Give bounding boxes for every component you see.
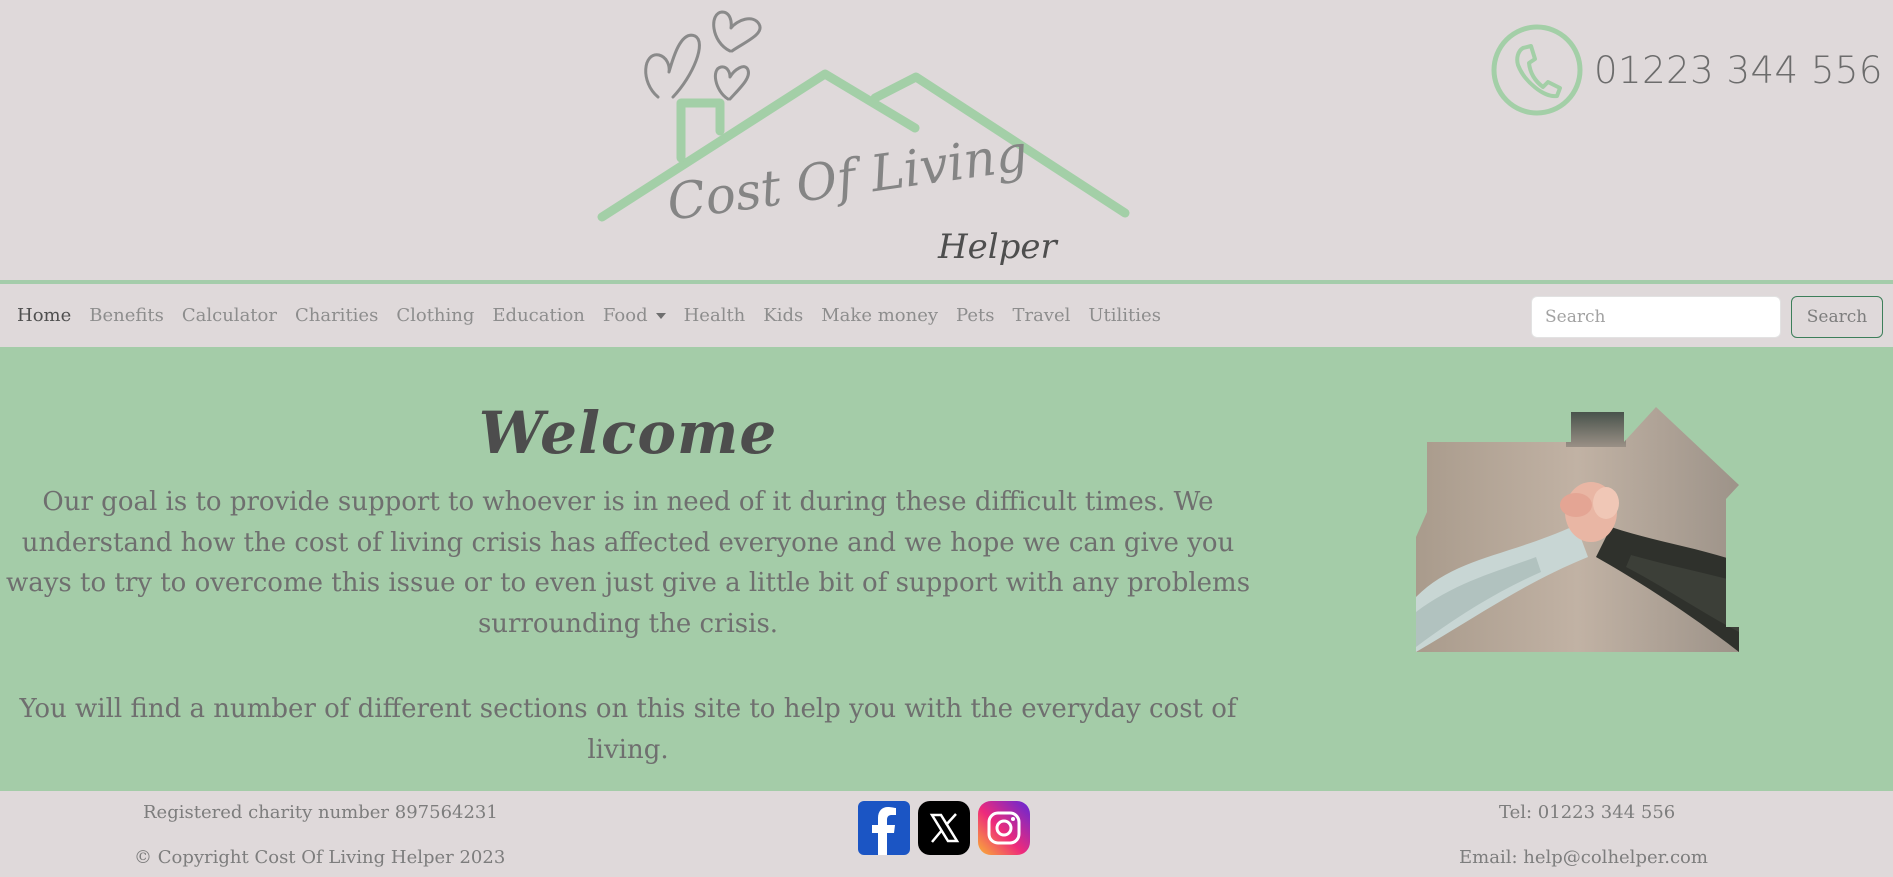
site-footer: Registered charity number 897564231 © Co… [0, 791, 1893, 877]
caret-down-icon [655, 312, 666, 319]
nav-link-travel[interactable]: Travel [1003, 305, 1079, 326]
footer-email[interactable]: Email: help@colhelper.com [1459, 847, 1708, 868]
site-logo[interactable]: Cost Of Living Helper [595, 0, 1135, 275]
nav-link-calculator[interactable]: Calculator [173, 305, 286, 326]
search-button[interactable]: Search [1791, 296, 1883, 338]
nav-dropdown-food[interactable]: Food [594, 305, 675, 326]
search-input[interactable] [1531, 296, 1781, 338]
nav-link-pets[interactable]: Pets [947, 305, 1003, 326]
welcome-title: Welcome [478, 399, 778, 467]
nav-link-home[interactable]: Home [8, 305, 80, 326]
nav-links: Home Benefits Calculator Charities Cloth… [0, 305, 1170, 326]
search-form: Search [1531, 296, 1883, 338]
facebook-icon[interactable] [857, 800, 911, 856]
site-header: Cost Of Living Helper 01223 344 556 [0, 0, 1893, 280]
nav-link-education[interactable]: Education [483, 305, 594, 326]
nav-link-charities[interactable]: Charities [286, 305, 387, 326]
nav-link-health[interactable]: Health [675, 305, 755, 326]
charity-number: Registered charity number 897564231 [143, 802, 498, 823]
phone-icon [1491, 24, 1583, 116]
footer-phone[interactable]: Tel: 01223 344 556 [1499, 802, 1675, 823]
nav-link-utilities[interactable]: Utilities [1079, 305, 1170, 326]
phone-number[interactable]: 01223 344 556 [1594, 49, 1883, 92]
sections-paragraph: You will find a number of different sect… [19, 694, 1237, 765]
social-links [857, 800, 1037, 856]
copyright-text: © Copyright Cost Of Living Helper 2023 [134, 847, 506, 868]
main-navbar: Home Benefits Calculator Charities Cloth… [0, 280, 1893, 347]
intro-paragraph: Our goal is to provide support to whoeve… [5, 487, 1251, 639]
nav-link-benefits[interactable]: Benefits [80, 305, 173, 326]
house-shaped-hands-photo [1416, 407, 1739, 652]
nav-link-make-money[interactable]: Make money [812, 305, 947, 326]
x-icon[interactable] [917, 800, 971, 856]
instagram-icon[interactable] [977, 800, 1031, 856]
nav-link-clothing[interactable]: Clothing [387, 305, 483, 326]
welcome-section: Welcome Our goal is to provide support t… [0, 347, 1893, 791]
nav-dropdown-food-label: Food [602, 305, 648, 326]
nav-link-kids[interactable]: Kids [754, 305, 812, 326]
header-phone[interactable]: 01223 344 556 [1490, 22, 1883, 118]
logo-text-sub: Helper [937, 227, 1059, 267]
